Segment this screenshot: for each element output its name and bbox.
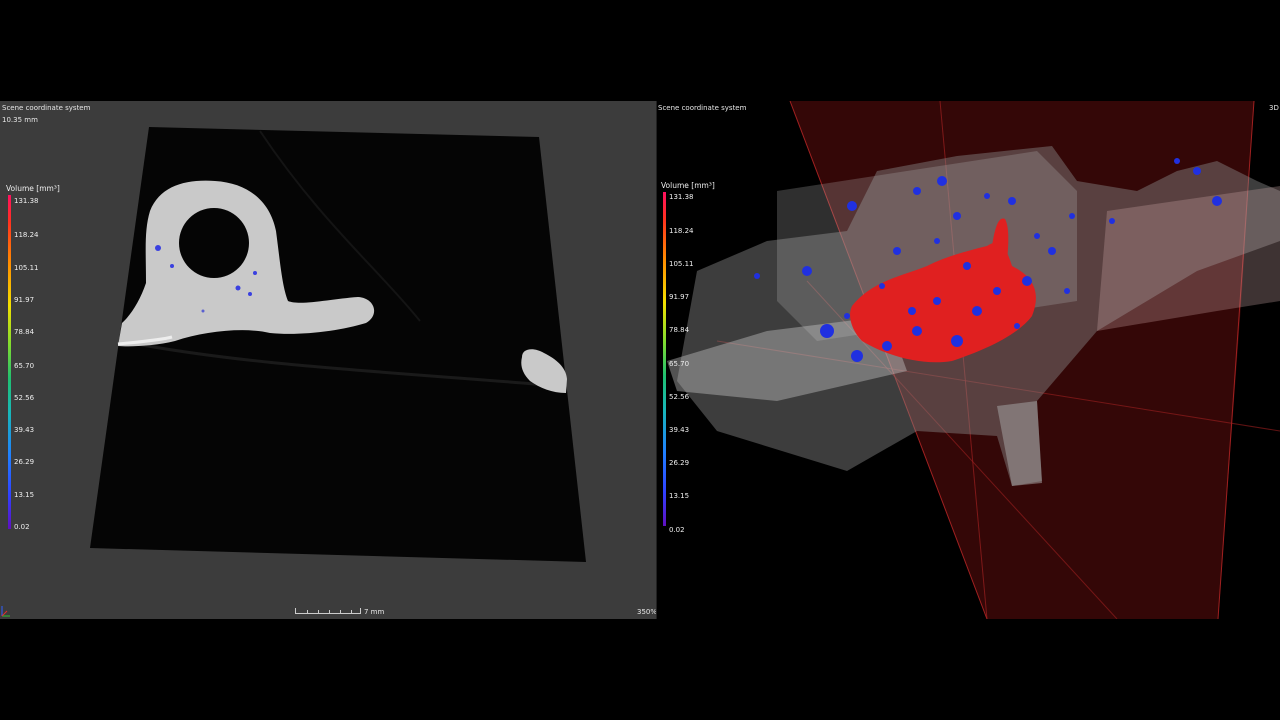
scale-bar (295, 608, 361, 614)
legend-tick: 118.24 (669, 227, 694, 235)
volume-legend: Volume [mm³] 131.38 118.24 105.11 91.97 … (661, 181, 741, 541)
legend-tick: 78.84 (669, 326, 690, 334)
axis-triad-icon (1, 606, 10, 617)
volume-view-3d[interactable]: Scene coordinate system 3D Volume [mm³] … (657, 101, 1280, 619)
legend-tick: 0.02 (14, 523, 30, 531)
ct-slice-image (90, 127, 586, 562)
legend-tick: 131.38 (14, 197, 39, 205)
scale-bar-label: 7 mm (364, 608, 385, 616)
legend-title: Volume [mm³] (6, 184, 60, 193)
legend-tick: 52.56 (14, 394, 35, 402)
slice-view-2d[interactable]: Scene coordinate system 10.35 mm Volume … (0, 101, 656, 619)
legend-tick: 131.38 (669, 193, 694, 201)
volume-render-image (667, 101, 1280, 619)
legend-tick: 39.43 (669, 426, 690, 434)
legend-tick: 13.15 (669, 492, 690, 500)
volume-legend: Volume [mm³] 131.38 118.24 105.11 91.97 … (6, 184, 86, 544)
legend-tick: 91.97 (669, 293, 690, 301)
legend-tick: 13.15 (14, 491, 35, 499)
legend-tick: 0.02 (669, 526, 685, 534)
coord-system-label: Scene coordinate system (2, 104, 91, 112)
legend-tick: 39.43 (14, 426, 35, 434)
coord-system-label: Scene coordinate system (658, 104, 747, 112)
legend-title: Volume [mm³] (661, 181, 715, 190)
legend-tick: 78.84 (14, 328, 35, 336)
legend-tick: 105.11 (14, 264, 39, 272)
legend-color-bar (663, 192, 666, 526)
dual-viewport: Scene coordinate system 10.35 mm Volume … (0, 101, 1280, 619)
legend-tick: 65.70 (14, 362, 35, 370)
legend-tick: 118.24 (14, 231, 39, 239)
legend-tick: 65.70 (669, 360, 690, 368)
legend-tick: 26.29 (669, 459, 690, 467)
zoom-level: 350% (637, 608, 656, 616)
legend-tick: 52.56 (669, 393, 690, 401)
legend-tick: 105.11 (669, 260, 694, 268)
legend-tick: 91.97 (14, 296, 35, 304)
legend-color-bar (8, 195, 11, 529)
view-mode-label: 3D (1269, 104, 1279, 112)
legend-tick: 26.29 (14, 458, 35, 466)
slice-depth-label: 10.35 mm (2, 116, 38, 124)
